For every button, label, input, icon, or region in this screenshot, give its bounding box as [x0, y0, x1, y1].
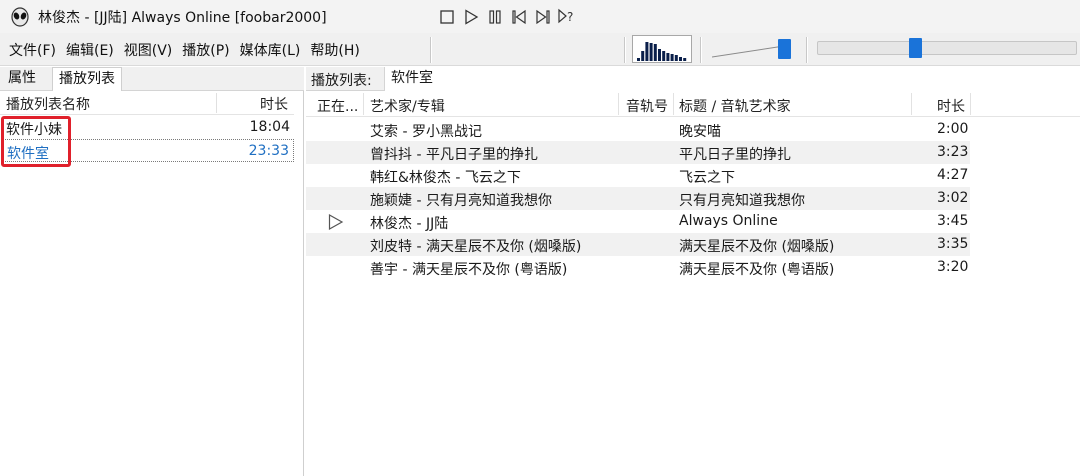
playlist-duration: 18:04 — [249, 119, 290, 135]
stop-button[interactable] — [438, 7, 456, 27]
column-now-playing[interactable]: 正在... — [317, 96, 358, 116]
menu-edit[interactable]: 编辑(E) — [61, 40, 119, 60]
spectrum-bar — [674, 55, 678, 61]
seek-thumb[interactable] — [909, 38, 922, 58]
column-divider[interactable] — [363, 93, 364, 115]
menu-file[interactable]: 文件(F) — [4, 40, 61, 60]
spectrum-bar — [666, 53, 670, 61]
play-icon — [465, 9, 479, 25]
spectrum-bars — [637, 42, 687, 61]
random-button[interactable]: ? — [558, 7, 576, 27]
seek-bar[interactable] — [817, 38, 1077, 58]
track-title: 平凡日子里的挣扎 — [679, 147, 791, 163]
column-divider[interactable] — [970, 93, 971, 115]
track-row[interactable]: 善宇 - 满天星辰不及你 (粤语版) 满天星辰不及你 (粤语版) 3:20 — [306, 256, 970, 279]
column-playlist-duration[interactable]: 时长 — [260, 94, 288, 114]
active-playlist-label: 播放列表: — [311, 73, 372, 89]
spectrum-bar — [658, 49, 661, 61]
spectrum-bar — [662, 51, 666, 61]
stop-icon — [440, 10, 454, 24]
previous-icon — [512, 9, 526, 25]
column-divider[interactable] — [618, 93, 619, 115]
menu-help[interactable]: 帮助(H) — [305, 40, 364, 60]
track-artist-album: 艾索 - 罗小黑战记 — [370, 124, 482, 140]
track-row[interactable]: 曾抖抖 - 平凡日子里的挣扎 平凡日子里的挣扎 3:23 — [306, 141, 970, 164]
column-duration[interactable]: 时长 — [937, 96, 965, 116]
play-button[interactable] — [462, 7, 480, 27]
track-title: 只有月亮知道我想你 — [679, 193, 805, 209]
spectrum-bar — [679, 57, 682, 61]
volume-thumb[interactable] — [778, 39, 791, 59]
playlist-view: 正在... 艺术家/专辑 音轨号 标题 / 音轨艺术家 时长 艾索 - 罗小黑战… — [306, 91, 1080, 476]
track-title: 满天星辰不及你 (粤语版) — [679, 262, 835, 278]
track-duration: 3:23 — [937, 144, 969, 160]
highlight-annotation-box — [1, 116, 71, 167]
column-divider[interactable] — [216, 93, 217, 113]
alien-icon — [11, 6, 29, 27]
spectrum-bar — [653, 44, 657, 61]
volume-slider[interactable] — [712, 38, 798, 60]
spectrum-visualizer — [632, 35, 692, 63]
track-artist-album: 施颖婕 - 只有月亮知道我想你 — [370, 193, 552, 209]
track-row-now-playing[interactable]: 林俊杰 - JJ陆 Always Online 3:45 — [306, 210, 970, 233]
spectrum-bar — [683, 58, 687, 61]
track-artist-album: 韩红&林俊杰 - 飞云之下 — [370, 170, 521, 186]
tab-properties[interactable]: 属性 — [2, 67, 42, 91]
active-playlist-bar: 播放列表: 软件室 — [306, 67, 1080, 91]
menu-library[interactable]: 媒体库(L) — [235, 40, 306, 60]
track-title: 晚安喵 — [679, 124, 721, 140]
active-playlist-name[interactable]: 软件室 — [384, 67, 1080, 91]
svg-text:?: ? — [567, 10, 573, 24]
toolbar-separator — [700, 37, 702, 63]
column-divider[interactable] — [673, 93, 674, 115]
track-title: Always Online — [679, 213, 778, 229]
spectrum-bar — [641, 51, 645, 61]
column-track-number[interactable]: 音轨号 — [626, 96, 668, 116]
playlist-duration: 23:33 — [248, 143, 289, 159]
column-title-artist[interactable]: 标题 / 音轨艺术家 — [679, 96, 791, 116]
track-row[interactable]: 刘皮特 - 满天星辰不及你 (烟嗓版) 满天星辰不及你 (烟嗓版) 3:35 — [306, 233, 970, 256]
random-icon: ? — [558, 8, 573, 24]
track-row[interactable]: 艾索 - 罗小黑战记 晚安喵 2:00 — [306, 118, 970, 141]
track-duration: 2:00 — [937, 121, 969, 137]
track-artist-album: 曾抖抖 - 平凡日子里的挣扎 — [370, 147, 538, 163]
pause-button[interactable] — [486, 7, 504, 27]
track-row[interactable]: 韩红&林俊杰 - 飞云之下 飞云之下 4:27 — [306, 164, 970, 187]
track-duration: 4:27 — [937, 167, 969, 183]
toolbar-separator — [806, 37, 808, 63]
track-duration: 3:20 — [937, 259, 969, 275]
menu-bar: 文件(F) 编辑(E) 视图(V) 播放(P) 媒体库(L) 帮助(H) — [4, 33, 365, 66]
track-duration: 3:45 — [937, 213, 969, 229]
window-title: 林俊杰 - [JJ陆] Always Online [foobar2000] — [38, 9, 327, 26]
track-duration: 3:35 — [937, 236, 969, 252]
track-artist-album: 刘皮特 - 满天星辰不及你 (烟嗓版) — [370, 239, 582, 255]
spectrum-bar — [637, 58, 640, 61]
track-title: 飞云之下 — [679, 170, 735, 186]
tab-playlists[interactable]: 播放列表 — [52, 67, 122, 92]
previous-button[interactable] — [510, 7, 528, 27]
next-icon — [536, 9, 550, 25]
track-duration: 3:02 — [937, 190, 969, 206]
transport-controls: ? — [438, 6, 576, 28]
track-artist-album: 善宇 - 满天星辰不及你 (粤语版) — [370, 262, 568, 278]
playlist-manager-header: 播放列表名称 时长 — [0, 91, 294, 115]
toolbar-separator — [430, 37, 432, 63]
column-divider[interactable] — [911, 93, 912, 115]
playlist-column-header: 正在... 艺术家/专辑 音轨号 标题 / 音轨艺术家 时长 — [306, 91, 1080, 117]
track-row[interactable]: 施颖婕 - 只有月亮知道我想你 只有月亮知道我想你 3:02 — [306, 187, 970, 210]
spectrum-bar — [649, 43, 653, 61]
spectrum-bar — [645, 42, 649, 61]
pause-icon — [489, 10, 501, 24]
toolbar-separator — [624, 37, 626, 63]
now-playing-icon — [328, 214, 344, 230]
column-artist-album[interactable]: 艺术家/专辑 — [370, 96, 445, 116]
menu-playback[interactable]: 播放(P) — [177, 40, 234, 60]
left-panel-tabs: 属性 播放列表 — [0, 67, 304, 92]
next-button[interactable] — [534, 7, 552, 27]
column-playlist-name[interactable]: 播放列表名称 — [6, 94, 90, 114]
track-artist-album: 林俊杰 - JJ陆 — [370, 216, 449, 232]
spectrum-bar — [670, 54, 674, 61]
track-title: 满天星辰不及你 (烟嗓版) — [679, 239, 835, 255]
menu-view[interactable]: 视图(V) — [119, 40, 178, 60]
